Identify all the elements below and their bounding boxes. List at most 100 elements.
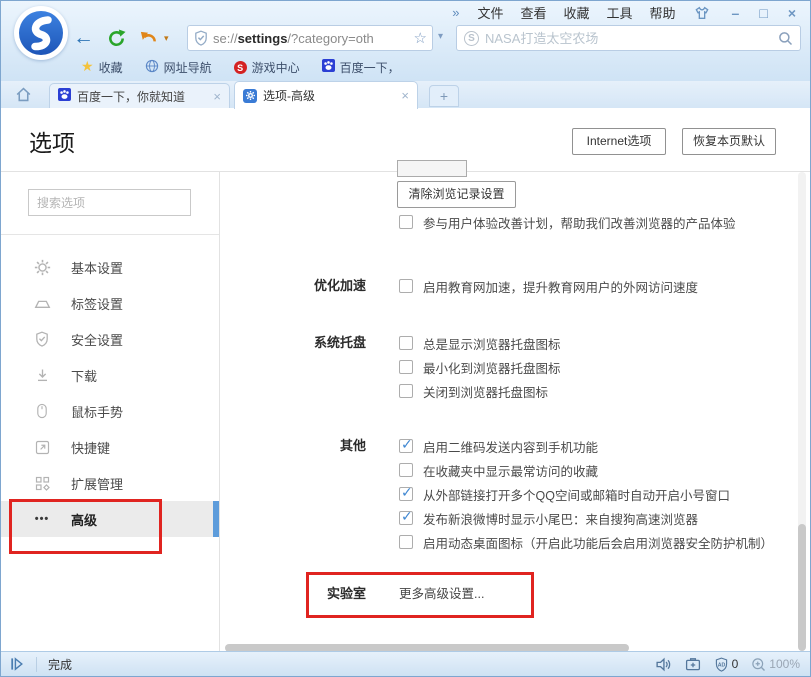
checkbox-unchecked[interactable] bbox=[399, 463, 413, 477]
gear-icon bbox=[32, 259, 52, 276]
checkbox-label: 参与用户体验改善计划，帮助我们改善浏览器的产品体验 bbox=[423, 213, 736, 232]
nav-buttons: ← ▾ bbox=[73, 25, 169, 51]
menu-item[interactable]: 帮助 bbox=[650, 3, 676, 22]
sogou-logo-icon[interactable] bbox=[14, 6, 68, 60]
checkbox-row: ✓从外部链接打开多个QQ空间或邮箱时自动开启小号窗口 bbox=[399, 482, 773, 506]
checkbox-row: 启用教育网加速，提升教育网用户的外网访问速度 bbox=[399, 274, 698, 298]
minimize-button[interactable]: – bbox=[732, 5, 740, 21]
magnifier-icon[interactable] bbox=[778, 31, 793, 46]
checkbox-unchecked[interactable] bbox=[399, 336, 413, 350]
sidebar-item-gear[interactable]: 基本设置 bbox=[1, 249, 219, 285]
checkbox-unchecked[interactable] bbox=[399, 215, 413, 229]
close-button[interactable]: × bbox=[788, 5, 796, 21]
refresh-button[interactable] bbox=[107, 29, 126, 48]
sidebar-item-download[interactable]: 下载 bbox=[1, 357, 219, 393]
more-advanced-settings-link[interactable]: 更多高级设置... bbox=[399, 582, 484, 606]
mouse-icon bbox=[32, 403, 52, 419]
window-controls: – □ × bbox=[732, 5, 796, 21]
favorite-star-icon[interactable]: ☆ bbox=[414, 29, 427, 47]
checkbox-checked[interactable]: ✓ bbox=[399, 439, 413, 453]
bookmark-item[interactable]: ★收藏 bbox=[81, 59, 123, 76]
undo-dropdown-caret-icon[interactable]: ▾ bbox=[164, 33, 169, 44]
bookmark-item[interactable]: S游戏中心 bbox=[234, 59, 300, 76]
home-icon[interactable] bbox=[15, 86, 32, 108]
checkbox-row: 启用动态桌面图标（开启此功能后会启用浏览器安全防护机制） bbox=[399, 530, 773, 554]
tab-close-icon[interactable]: × bbox=[401, 88, 409, 103]
security-shield-icon bbox=[193, 30, 209, 46]
clear-history-settings-button[interactable]: 清除浏览记录设置 bbox=[397, 181, 516, 208]
sidebar-item-label: 安全设置 bbox=[71, 330, 123, 349]
sidebar-item-tab[interactable]: 标签设置 bbox=[1, 285, 219, 321]
tab-close-icon[interactable]: × bbox=[213, 89, 221, 104]
skin-theme-icon[interactable] bbox=[694, 5, 710, 21]
shortcut-icon bbox=[32, 440, 52, 455]
address-dropdown-caret-icon[interactable]: ▾ bbox=[438, 31, 443, 42]
browser-window: » 文件查看收藏工具帮助 – □ × ← bbox=[0, 0, 811, 677]
checkbox-unchecked[interactable] bbox=[399, 535, 413, 549]
menu-item[interactable]: 查看 bbox=[520, 3, 546, 22]
checkbox-unchecked[interactable] bbox=[399, 279, 413, 293]
bookmarks-bar: ★收藏 网址导航 S游戏中心 百度一下， bbox=[81, 54, 400, 80]
speaker-icon[interactable] bbox=[655, 656, 672, 673]
address-bar[interactable]: se://settings/?category=oth ☆ bbox=[187, 25, 433, 51]
back-button[interactable]: ← bbox=[73, 28, 94, 48]
maximize-button[interactable]: □ bbox=[759, 5, 767, 21]
settings-body: 基本设置标签设置安全设置下载鼠标手势快捷键扩展管理•••高级 清除浏览记录设置 … bbox=[1, 171, 810, 651]
checkbox-label: 启用二维码发送内容到手机功能 bbox=[423, 437, 598, 456]
search-bar[interactable]: S bbox=[456, 25, 801, 51]
status-text: 完成 bbox=[48, 656, 72, 673]
statusbar-separator bbox=[36, 657, 37, 672]
tab-bar: 百度一下，你就知道×选项-高级× + bbox=[1, 81, 810, 108]
settings-section: 其他✓启用二维码发送内容到手机功能在收藏夹中显示最常访问的收藏✓从外部链接打开多… bbox=[220, 434, 773, 554]
checkbox-label: 启用动态桌面图标（开启此功能后会启用浏览器安全防护机制） bbox=[423, 533, 773, 552]
dots-icon: ••• bbox=[32, 513, 52, 525]
checkbox-checked[interactable]: ✓ bbox=[399, 487, 413, 501]
titlebar: » 文件查看收藏工具帮助 – □ × ← bbox=[1, 1, 810, 81]
checkbox-unchecked[interactable] bbox=[399, 360, 413, 374]
sidebar-item-dots[interactable]: ••• 高级 bbox=[1, 501, 219, 537]
partially-visible-button[interactable] bbox=[397, 160, 467, 177]
search-input[interactable] bbox=[485, 31, 772, 46]
undo-button[interactable] bbox=[139, 29, 158, 48]
sidebar-item-extensions[interactable]: 扩展管理 bbox=[1, 465, 219, 501]
sidebar-item-label: 扩展管理 bbox=[71, 474, 123, 493]
sidebar-item-shield-check[interactable]: 安全设置 bbox=[1, 321, 219, 357]
checkbox-label: 关闭到浏览器托盘图标 bbox=[423, 382, 548, 401]
sidebar-item-label: 下载 bbox=[71, 366, 97, 385]
settings-page: 选项 Internet选项 恢复本页默认 基本设置标签设置安全设置下载鼠标手势快… bbox=[1, 108, 810, 651]
sidebar-item-label: 高级 bbox=[71, 510, 97, 529]
ad-block-shield-icon: AD bbox=[714, 657, 729, 672]
restore-defaults-button[interactable]: 恢复本页默认 bbox=[682, 128, 776, 155]
internet-options-button[interactable]: Internet选项 bbox=[572, 128, 666, 155]
lab-section: 实验室 更多高级设置... bbox=[220, 582, 484, 606]
bookmark-item[interactable]: 百度一下， bbox=[322, 59, 400, 76]
status-bar: 完成 AD bbox=[1, 651, 810, 676]
checkbox-checked[interactable]: ✓ bbox=[399, 511, 413, 525]
menubar: » 文件查看收藏工具帮助 – □ × bbox=[452, 1, 796, 24]
download-manager-icon[interactable] bbox=[685, 656, 701, 672]
ad-block-group[interactable]: AD 0 bbox=[714, 657, 739, 672]
paw-icon bbox=[322, 59, 335, 75]
menu-item[interactable]: 文件 bbox=[477, 3, 503, 22]
shield-check-icon bbox=[32, 331, 52, 347]
section-label: 系统托盘 bbox=[220, 331, 366, 403]
checkbox-unchecked[interactable] bbox=[399, 384, 413, 398]
checkbox-row: 关闭到浏览器托盘图标 bbox=[399, 379, 561, 403]
checkbox-row: 最小化到浏览器托盘图标 bbox=[399, 355, 561, 379]
tab-active[interactable]: 选项-高级× bbox=[234, 81, 418, 109]
checkbox-row: ✓发布新浪微博时显示小尾巴：来自搜狗高速浏览器 bbox=[399, 506, 773, 530]
sidebar-item-mouse[interactable]: 鼠标手势 bbox=[1, 393, 219, 429]
zoom-group[interactable]: 100% bbox=[751, 657, 800, 672]
tab-inactive[interactable]: 百度一下，你就知道× bbox=[49, 83, 230, 108]
bookmark-item[interactable]: 网址导航 bbox=[145, 59, 212, 76]
sidebar-toggle-icon[interactable] bbox=[9, 656, 25, 672]
new-tab-button[interactable]: + bbox=[429, 85, 459, 107]
checkbox-label: 启用教育网加速，提升教育网用户的外网访问速度 bbox=[423, 277, 698, 296]
url-text[interactable]: se://settings/?category=oth bbox=[213, 31, 420, 46]
menu-item[interactable]: 工具 bbox=[607, 3, 633, 22]
vertical-scrollbar-thumb[interactable] bbox=[798, 524, 806, 651]
menubar-overflow-icon[interactable]: » bbox=[452, 5, 459, 20]
sidebar-item-shortcut[interactable]: 快捷键 bbox=[1, 429, 219, 465]
sidebar-search-input[interactable] bbox=[28, 189, 191, 216]
menu-item[interactable]: 收藏 bbox=[564, 3, 590, 22]
